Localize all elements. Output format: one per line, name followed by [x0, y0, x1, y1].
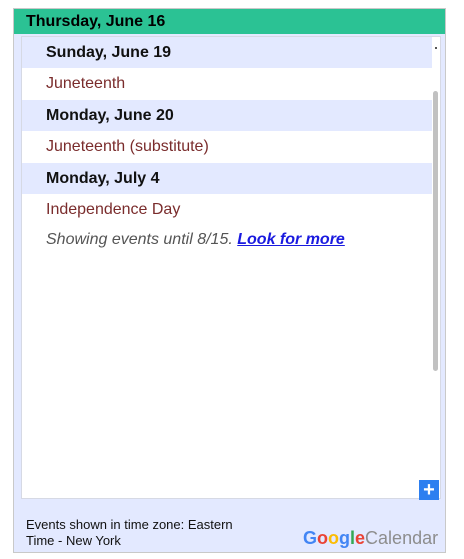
header-date: Thursday, June 16: [14, 9, 445, 34]
event-juneteenth-substitute[interactable]: Juneteenth (substitute): [22, 131, 434, 163]
add-event-button[interactable]: +: [419, 480, 439, 500]
google-calendar-logo[interactable]: GoogleCalendar: [303, 527, 438, 549]
date-row-3: Monday, July 4: [22, 163, 434, 194]
vertical-scrollbar[interactable]: [432, 37, 440, 498]
scrollbar-thumb[interactable]: [433, 91, 438, 371]
timezone-info: Events shown in time zone: Eastern Time …: [26, 517, 296, 549]
calendar-widget: Thursday, June 16 Sunday, June 19 Junete…: [13, 8, 446, 553]
event-list-inner: Sunday, June 19 Juneteenth Monday, June …: [22, 37, 434, 256]
google-wordmark: Google: [303, 528, 366, 548]
timezone-line-2: Time - New York: [26, 533, 121, 548]
showing-events-text: Showing events until 8/15.: [46, 231, 233, 248]
event-independence-day[interactable]: Independence Day: [22, 194, 434, 226]
date-row-1: Sunday, June 19: [22, 37, 434, 68]
scroll-up-arrow-icon[interactable]: [435, 47, 437, 49]
date-row-2: Monday, June 20: [22, 100, 434, 131]
calendar-wordmark: Calendar: [365, 528, 439, 548]
event-list[interactable]: Sunday, June 19 Juneteenth Monday, June …: [21, 36, 441, 499]
timezone-line-1: Events shown in time zone: Eastern: [26, 517, 233, 532]
event-juneteenth[interactable]: Juneteenth: [22, 68, 434, 100]
showing-events-note: Showing events until 8/15. Look for more: [22, 226, 434, 256]
look-for-more-link[interactable]: Look for more: [237, 231, 345, 248]
